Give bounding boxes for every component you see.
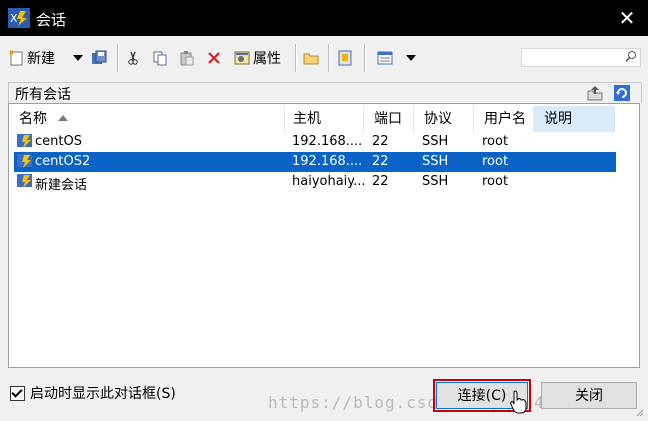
resize-grip-icon[interactable] [634,407,644,417]
chevron-down-icon [406,55,416,61]
sessions-dialog: X 会话 ✕ 新建 属性 所有会话 名称 主机 端口 协议 用户名 说明 cen… [0,0,648,421]
copy-icon [153,51,167,66]
delete-button[interactable] [205,46,223,70]
cut-button[interactable] [124,46,142,70]
column-protocol-label: 协议 [424,111,452,127]
column-header-protocol[interactable]: 协议 [414,106,474,132]
go-up-folder-icon[interactable] [586,84,604,102]
folder-icon [303,53,319,65]
close-button[interactable]: 关闭 [541,382,637,409]
svg-text:X: X [10,12,18,25]
hand-pointer-cursor-icon [510,390,527,414]
session-port: 22 [372,174,389,189]
new-session-button[interactable]: 新建 [8,46,55,70]
session-icon [17,174,32,188]
column-header-row: 名称 主机 端口 协议 用户名 说明 [9,106,639,132]
properties-icon [234,51,250,65]
show-on-startup-checkbox[interactable]: 启动时显示此对话框(S) [10,383,176,403]
session-icon [17,154,32,168]
folder-path-bar: 所有会话 [8,82,642,103]
toolbar-separator [295,44,297,72]
session-username: root [482,134,509,149]
session-host: 192.168.... [292,154,363,169]
scissors-icon [128,51,138,65]
xshell-app-icon: X [8,8,30,28]
session-protocol: SSH [422,154,449,169]
session-name: centOS2 [35,154,91,169]
paste-button[interactable] [178,46,196,70]
column-description-label: 说明 [544,111,572,127]
session-port: 22 [372,134,389,149]
table-row[interactable]: 新建会话 haiyohaiy... 22 SSH root [14,172,616,193]
table-row[interactable]: centOS 192.168.... 22 SSH root [14,132,616,152]
session-manager-button[interactable] [336,46,354,70]
list-view-icon [377,51,393,65]
new-dropdown-button[interactable] [71,46,85,70]
refresh-icon[interactable] [613,84,631,102]
new-folder-button[interactable] [302,46,320,70]
new-session-icon [9,50,23,66]
delete-x-icon [208,52,220,64]
column-name-label: 名称 [19,111,47,127]
session-name: 新建会话 [35,178,88,193]
session-protocol: SSH [422,134,449,149]
search-icon[interactable] [625,50,638,63]
session-list[interactable]: 名称 主机 端口 协议 用户名 说明 centOS 192.168.... 22… [8,103,640,368]
toolbar-separator [117,44,119,72]
view-mode-button[interactable] [375,46,395,70]
copy-button[interactable] [151,46,169,70]
search-input[interactable] [522,49,624,64]
column-header-host[interactable]: 主机 [283,106,364,132]
column-header-username[interactable]: 用户名 [474,106,534,132]
save-icon [92,50,107,64]
session-host: 192.168.... [292,134,363,149]
session-name: centOS [35,134,82,149]
session-host: haiyohaiy... [292,174,366,189]
chevron-down-icon [73,55,83,61]
column-host-label: 主机 [293,111,321,127]
session-username: root [482,174,509,189]
session-manager-icon [338,50,352,66]
paste-icon [180,51,194,66]
column-header-description[interactable]: 说明 [534,106,615,132]
toolbar-separator [364,44,366,72]
properties-label: 属性 [253,51,281,67]
table-row[interactable]: centOS2 192.168.... 22 SSH root [14,152,616,172]
properties-button[interactable]: 属性 [234,46,281,70]
folder-path-label: 所有会话 [15,87,71,103]
view-mode-dropdown[interactable] [404,46,418,70]
column-port-label: 端口 [374,111,402,127]
session-port: 22 [372,154,389,169]
column-header-port[interactable]: 端口 [364,106,414,132]
show-on-startup-label: 启动时显示此对话框(S) [30,386,176,402]
window-title: 会话 [36,11,67,29]
column-header-name[interactable]: 名称 [9,106,285,132]
search-box[interactable] [521,48,641,67]
title-bar: X 会话 ✕ [0,0,648,36]
column-username-label: 用户名 [484,111,526,127]
session-username: root [482,154,509,169]
checkbox-checked[interactable] [10,385,25,401]
save-session-button[interactable] [90,46,108,70]
close-icon[interactable]: ✕ [616,7,638,29]
session-icon [17,134,32,148]
session-protocol: SSH [422,174,449,189]
toolbar-separator [328,44,330,72]
new-label: 新建 [27,51,55,67]
sort-ascending-icon [58,115,68,121]
